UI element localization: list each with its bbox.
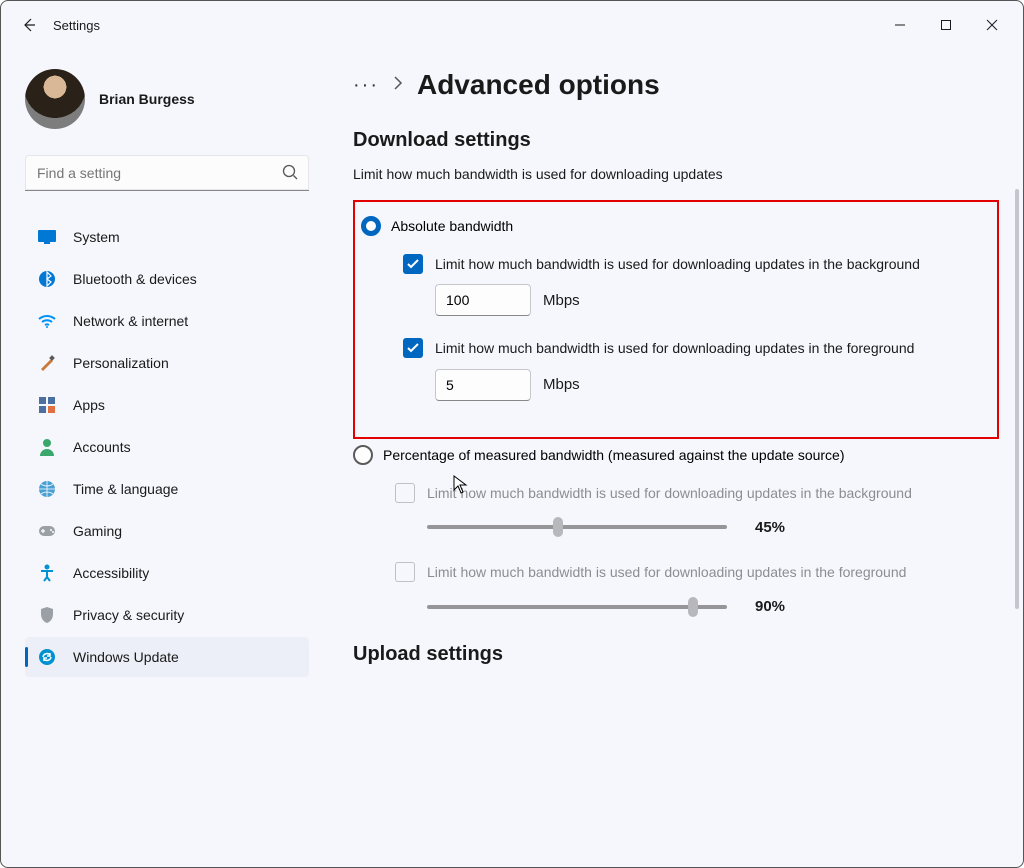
highlight-box: Absolute bandwidth Limit how much bandwi… (353, 200, 999, 439)
sidebar-item-accounts[interactable]: Accounts (25, 427, 309, 467)
fg-unit: Mbps (543, 376, 580, 393)
search-input[interactable] (25, 155, 309, 191)
brush-icon (37, 353, 57, 373)
settings-window: Settings Brian Burgess System Bluetooth … (0, 0, 1024, 868)
sidebar-item-windows-update[interactable]: Windows Update (25, 637, 309, 677)
update-icon (37, 647, 57, 667)
nav-label: Privacy & security (73, 607, 184, 623)
download-subline: Limit how much bandwidth is used for dow… (353, 166, 999, 182)
fg-value-row: Mbps (403, 369, 987, 401)
checkbox-label: Limit how much bandwidth is used for dow… (427, 562, 906, 582)
sidebar-item-bluetooth[interactable]: Bluetooth & devices (25, 259, 309, 299)
checkbox-label: Limit how much bandwidth is used for dow… (427, 483, 912, 503)
sidebar-item-privacy[interactable]: Privacy & security (25, 595, 309, 635)
checkbox-label: Limit how much bandwidth is used for dow… (435, 254, 920, 274)
bluetooth-icon (37, 269, 57, 289)
sidebar-item-personalization[interactable]: Personalization (25, 343, 309, 383)
bg-unit: Mbps (543, 292, 580, 309)
nav-label: Accessibility (73, 565, 149, 581)
nav-label: Personalization (73, 355, 169, 371)
sidebar-item-network[interactable]: Network & internet (25, 301, 309, 341)
username: Brian Burgess (99, 91, 195, 107)
checkbox-checked-icon (403, 254, 423, 274)
nav-label: Accounts (73, 439, 131, 455)
nav-label: Bluetooth & devices (73, 271, 197, 287)
percent-bg-block: Limit how much bandwidth is used for dow… (353, 483, 999, 554)
titlebar: Settings (1, 1, 1023, 49)
percent-bg-slider-row: 45% (427, 519, 999, 536)
percent-fg-slider[interactable] (427, 605, 727, 609)
person-icon (37, 437, 57, 457)
breadcrumb-menu-button[interactable]: ··· (353, 74, 379, 97)
avatar (25, 69, 85, 129)
radio-label: Absolute bandwidth (391, 218, 513, 234)
checkbox-limit-fg[interactable]: Limit how much bandwidth is used for dow… (403, 338, 987, 358)
minimize-button[interactable] (877, 9, 923, 41)
absolute-fg-block: Limit how much bandwidth is used for dow… (361, 338, 987, 414)
percent-bg-slider[interactable] (427, 525, 727, 529)
nav-label: Network & internet (73, 313, 188, 329)
radio-absolute-bandwidth[interactable]: Absolute bandwidth (361, 216, 987, 236)
upload-heading: Upload settings (353, 643, 999, 666)
radio-label: Percentage of measured bandwidth (measur… (383, 447, 845, 463)
gamepad-icon (37, 521, 57, 541)
sidebar-item-gaming[interactable]: Gaming (25, 511, 309, 551)
window-controls (877, 9, 1015, 41)
main-content: ··· Advanced options Download settings L… (321, 49, 1023, 867)
shield-icon (37, 605, 57, 625)
bg-value-row: Mbps (403, 284, 987, 316)
checkbox-checked-icon (403, 338, 423, 358)
back-button[interactable] (9, 5, 49, 45)
accessibility-icon (37, 563, 57, 583)
bg-bandwidth-input[interactable] (435, 284, 531, 316)
checkbox-percent-bg[interactable]: Limit how much bandwidth is used for dow… (395, 483, 999, 503)
percent-fg-value: 90% (755, 598, 805, 615)
nav-list: System Bluetooth & devices Network & int… (25, 217, 309, 677)
nav-label: Apps (73, 397, 105, 413)
percent-fg-slider-row: 90% (427, 598, 999, 615)
sidebar-item-apps[interactable]: Apps (25, 385, 309, 425)
radio-on-icon (361, 216, 381, 236)
absolute-bg-block: Limit how much bandwidth is used for dow… (361, 254, 987, 330)
checkbox-limit-bg[interactable]: Limit how much bandwidth is used for dow… (403, 254, 987, 274)
download-heading: Download settings (353, 129, 999, 152)
nav-label: Windows Update (73, 649, 179, 665)
radio-off-icon (353, 445, 373, 465)
search-icon (281, 163, 299, 186)
maximize-button[interactable] (923, 9, 969, 41)
checkbox-label: Limit how much bandwidth is used for dow… (435, 338, 914, 358)
vertical-scrollbar[interactable] (1015, 189, 1019, 609)
close-button[interactable] (969, 9, 1015, 41)
apps-icon (37, 395, 57, 415)
sidebar-item-system[interactable]: System (25, 217, 309, 257)
nav-label: System (73, 229, 120, 245)
fg-bandwidth-input[interactable] (435, 369, 531, 401)
nav-label: Time & language (73, 481, 178, 497)
sidebar-item-time[interactable]: Time & language (25, 469, 309, 509)
nav-label: Gaming (73, 523, 122, 539)
app-title: Settings (53, 18, 100, 33)
checkbox-percent-fg[interactable]: Limit how much bandwidth is used for dow… (395, 562, 999, 582)
percent-fg-block: Limit how much bandwidth is used for dow… (353, 562, 999, 633)
slider-thumb[interactable] (688, 597, 698, 617)
wifi-icon (37, 311, 57, 331)
checkbox-unchecked-icon (395, 562, 415, 582)
sidebar: Brian Burgess System Bluetooth & devices… (1, 49, 321, 867)
globe-icon (37, 479, 57, 499)
breadcrumb: ··· Advanced options (353, 69, 999, 101)
checkbox-unchecked-icon (395, 483, 415, 503)
page-title: Advanced options (417, 69, 660, 101)
chevron-right-icon (393, 76, 403, 95)
search-box[interactable] (25, 155, 309, 191)
monitor-icon (37, 227, 57, 247)
radio-percent-bandwidth[interactable]: Percentage of measured bandwidth (measur… (353, 445, 999, 465)
profile-block[interactable]: Brian Burgess (25, 69, 309, 129)
slider-thumb[interactable] (553, 517, 563, 537)
sidebar-item-accessibility[interactable]: Accessibility (25, 553, 309, 593)
percent-bg-value: 45% (755, 519, 805, 536)
